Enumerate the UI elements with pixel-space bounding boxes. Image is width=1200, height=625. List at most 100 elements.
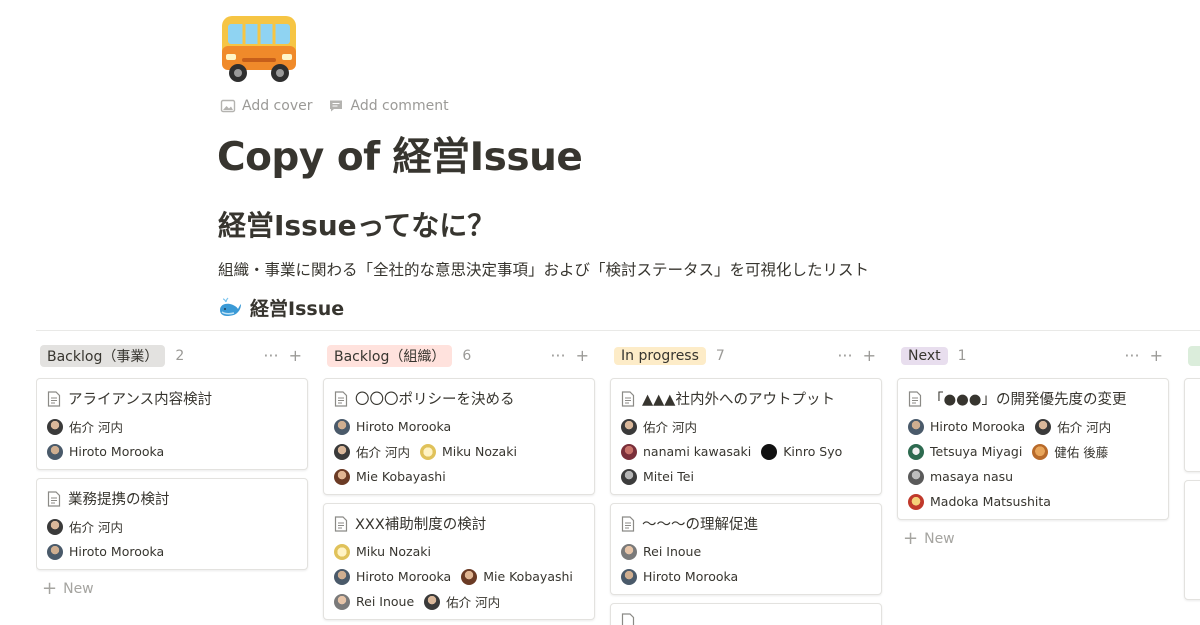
person: 佑介 河内	[47, 417, 297, 436]
column-label[interactable]: Backlog（組織）	[327, 345, 453, 367]
card[interactable]: 〜〜〜の理解促進 Rei Inoue Hiroto Morooka	[610, 503, 882, 595]
column-next: Next 1 ··· + 「●●●」の開発優先度の変更 Hiroto Moroo…	[897, 342, 1169, 548]
avatar	[334, 568, 350, 585]
avatar	[47, 543, 63, 560]
add-card-icon[interactable]: +	[289, 348, 302, 364]
avatar	[908, 418, 924, 435]
person-name: Mie Kobayashi	[483, 569, 573, 584]
add-cover-label: Add cover	[242, 98, 313, 114]
more-icon[interactable]: ···	[837, 348, 852, 364]
more-icon[interactable]: ···	[1124, 348, 1139, 364]
page-icon	[334, 390, 348, 407]
column-backlog-organization: Backlog（組織） 6 ··· + 〇〇〇ポリシーを決める Hiroto M…	[323, 342, 595, 620]
column-header: Next 1 ··· +	[897, 342, 1169, 370]
person: Miku Nozaki	[334, 542, 584, 561]
card-title: アライアンス内容検討	[68, 392, 213, 408]
column-label[interactable]: Backlog（事業）	[40, 345, 166, 367]
card[interactable]: 〇〇〇ポリシーを決める Hiroto Morooka 佑介 河内 Miku No…	[323, 378, 595, 495]
avatar	[334, 468, 350, 485]
avatar	[1035, 418, 1052, 435]
avatar	[621, 443, 637, 460]
page-icon	[47, 490, 61, 507]
person: Hiroto Morooka	[47, 442, 297, 461]
person-name: Hiroto Morooka	[69, 544, 165, 559]
add-comment-button[interactable]: Add comment	[328, 98, 449, 114]
add-cover-button[interactable]: Add cover	[220, 98, 312, 114]
person-name: Mie Kobayashi	[356, 469, 446, 484]
person: Madoka Matsushita	[908, 492, 1051, 511]
new-card-button[interactable]: + New	[36, 580, 308, 598]
add-comment-label: Add comment	[350, 98, 449, 114]
person: 健佑 後藤	[1032, 442, 1108, 461]
avatar	[621, 468, 637, 485]
heading-what-is: 経営Issueってなに？	[218, 209, 496, 242]
column-header: Backlog（組織） 6 ··· +	[323, 342, 595, 370]
column-label[interactable]: In progress	[614, 347, 706, 365]
avatar	[47, 418, 63, 435]
page-icon	[621, 390, 635, 407]
person: Tetsuya Miyagi	[908, 442, 1022, 461]
add-card-icon[interactable]: +	[863, 348, 876, 364]
person-name: nanami kawasaki	[643, 444, 752, 459]
card[interactable]: XXX補助制度の検討 Miku Nozaki Hiroto Morooka Mi…	[323, 503, 595, 620]
page-title[interactable]: Copy of 経営Issue	[217, 126, 583, 182]
avatar	[1032, 443, 1049, 460]
image-icon	[220, 99, 236, 113]
column-count: 6	[462, 348, 472, 364]
column-clipped	[1184, 342, 1200, 600]
card[interactable]: 「●●●」の開発優先度の変更 Hiroto Morooka 佑介 河内 Tets…	[897, 378, 1169, 520]
person-name: Tetsuya Miyagi	[930, 444, 1023, 459]
person: Hiroto Morooka	[334, 417, 584, 436]
add-card-icon[interactable]: +	[1150, 348, 1163, 364]
avatar	[908, 443, 924, 460]
person: Mie Kobayashi	[461, 567, 573, 586]
person: Mie Kobayashi	[334, 467, 584, 486]
card-partial[interactable]	[1184, 378, 1200, 472]
more-icon[interactable]: ···	[550, 348, 565, 364]
avatar	[621, 543, 637, 560]
page-actions: Add cover Add comment	[220, 98, 449, 114]
description-paragraph: 組織・事業に関わる「全社的な意思決定事項」および「検討ステータス」を可視化したリ…	[218, 261, 870, 279]
person-name: Madoka Matsushita	[930, 494, 1051, 509]
whale-icon	[220, 297, 241, 316]
kanban-board: Backlog（事業） 2 ··· + アライアンス内容検討 佑介 河内 Hir…	[36, 342, 1200, 625]
person-name: Kinro Syo	[783, 444, 843, 459]
add-card-icon[interactable]: +	[576, 348, 589, 364]
divider	[36, 330, 1200, 331]
person: 佑介 河内	[424, 592, 500, 611]
database-title[interactable]: 経営Issue	[218, 294, 344, 321]
column-label[interactable]: Next	[901, 347, 948, 365]
column-count: 7	[715, 348, 725, 364]
person: masaya nasu	[908, 467, 1013, 486]
page-icon	[334, 515, 348, 532]
page-icon	[908, 390, 922, 407]
more-icon[interactable]: ···	[263, 348, 278, 364]
person: 佑介 河内	[47, 517, 297, 536]
card-partial[interactable]	[1184, 480, 1200, 600]
column-header: In progress 7 ··· +	[610, 342, 882, 370]
page-icon	[621, 613, 635, 625]
bus-icon[interactable]	[216, 10, 302, 86]
avatar	[621, 568, 637, 585]
column-count: 2	[175, 348, 185, 364]
page-icon	[47, 390, 61, 407]
person: Hiroto Morooka	[908, 417, 1025, 436]
avatar	[419, 443, 436, 460]
card[interactable]: ▲▲▲社内外へのアウトプット 佑介 河内 nanami kawasaki Kin…	[610, 378, 882, 495]
card-title: 「●●●」の開発優先度の変更	[929, 392, 1127, 408]
person-name: 佑介 河内	[1057, 420, 1112, 435]
person-name: 佑介 河内	[356, 445, 410, 460]
person: 佑介 河内	[334, 442, 410, 461]
person-name: Rei Inoue	[356, 594, 415, 609]
column-label[interactable]	[1188, 346, 1200, 366]
new-card-button[interactable]: + New	[897, 530, 1169, 548]
card-title: XXX補助制度の検討	[355, 517, 487, 533]
card-partial[interactable]	[610, 603, 882, 625]
card[interactable]: アライアンス内容検討 佑介 河内 Hiroto Morooka	[36, 378, 308, 470]
avatar	[908, 493, 924, 510]
person-name: Miku Nozaki	[356, 544, 431, 559]
avatar	[334, 418, 350, 435]
person-name: Rei Inoue	[643, 544, 702, 559]
card[interactable]: 業務提携の検討 佑介 河内 Hiroto Morooka	[36, 478, 308, 570]
person: Rei Inoue	[334, 592, 414, 611]
